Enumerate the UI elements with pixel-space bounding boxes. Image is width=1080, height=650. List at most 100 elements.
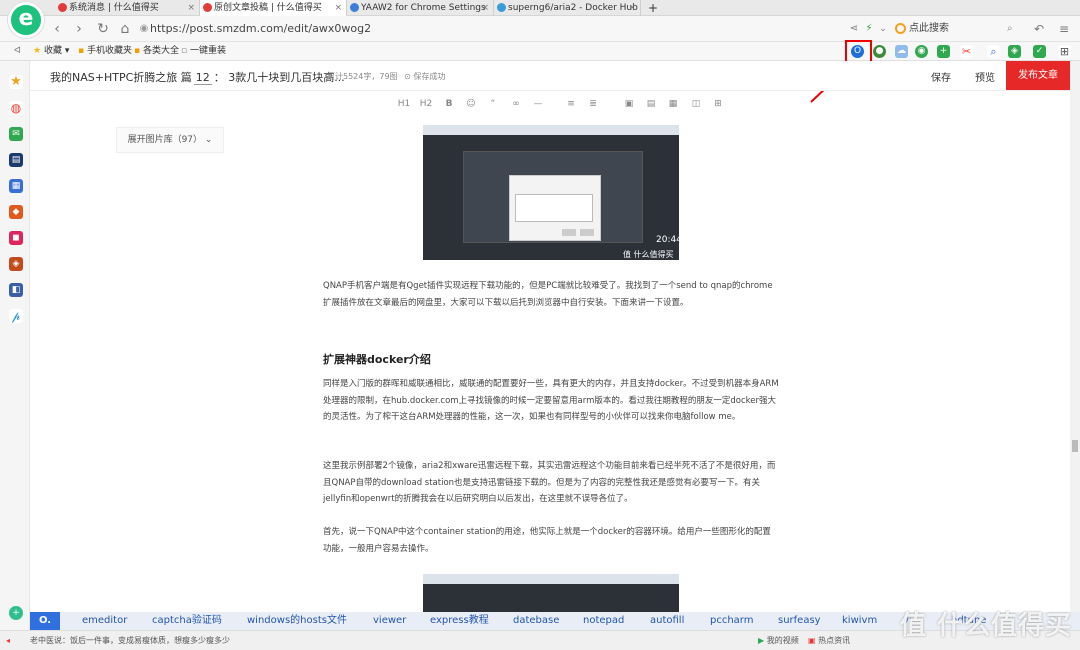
unordered-list-button[interactable]: ≣ [586, 99, 600, 109]
tag-item[interactable]: autofill [650, 612, 684, 630]
tab-post-editor[interactable]: 原创文章投稿 | 什么值得买 × [200, 0, 347, 16]
shield-icon[interactable]: ✓ [1033, 45, 1046, 58]
word-stats: 累计5524字，79图 ⊙ 保存成功 [327, 71, 445, 82]
undo-icon[interactable]: ↶ [1030, 20, 1048, 38]
close-icon[interactable]: × [628, 0, 636, 16]
weibo-icon[interactable]: ◍ [9, 101, 23, 115]
expand-gallery-button[interactable]: 展开图片库（97） ⌄ [116, 127, 224, 153]
article-body[interactable]: 20:44 值 什么值得买 QNAP手机客户端是有Qget插件实现远程下载功能的… [230, 120, 871, 614]
tag-item[interactable]: surfeasy [778, 612, 821, 630]
vertical-scrollbar[interactable] [1070, 61, 1080, 631]
paragraph-3[interactable]: 这里我示例部署2个镜像，aria2和xware迅雷远程下载，其实迅雷远程这个功能… [323, 458, 779, 508]
table-button[interactable]: ⊞ [711, 99, 725, 109]
home-icon[interactable]: ⌂ [116, 20, 134, 38]
add-extension-icon[interactable]: + [937, 45, 950, 58]
chevron-down-icon[interactable]: ⌄ [874, 20, 892, 38]
my-video-link[interactable]: ▶ 我的视频 [758, 631, 799, 650]
folder-icon: ▪ [134, 46, 141, 56]
divider-button[interactable]: — [531, 99, 545, 109]
p-icon[interactable]: 𝓅 [9, 309, 23, 323]
emoji-button[interactable]: ☺ [464, 99, 478, 109]
plus-circle-icon[interactable]: + [9, 606, 23, 620]
tag-item[interactable]: windows的hosts文件 [247, 612, 347, 630]
image-button[interactable]: ▣ [622, 99, 636, 109]
search-extension-icon[interactable]: ⌕ [987, 45, 1000, 58]
tag-item[interactable]: kiwivm [842, 612, 877, 630]
status-news[interactable]: 老中医说：饭后一件事，变成易瘦体质，想瘦多少瘦多少 [30, 631, 230, 650]
tab-docker-hub[interactable]: superng6/aria2 - Docker Hub × [494, 0, 641, 16]
section-heading[interactable]: 扩展神器docker介绍 [323, 351, 431, 367]
news-label: 热点资讯 [818, 636, 851, 645]
tagbar-logo[interactable]: O. [30, 612, 60, 630]
search-input[interactable]: 点此搜索 ⌕ [893, 19, 1023, 39]
shop-icon[interactable]: ◼ [9, 231, 23, 245]
app2-icon[interactable]: ◧ [9, 283, 23, 297]
search-engine-icon [895, 23, 906, 34]
tag-item[interactable]: pccharm [710, 612, 754, 630]
document-title[interactable]: 我的NAS+HTPC折腾之旅 篇 12： 3款几十块到几百块高... [50, 69, 345, 85]
news-icon[interactable]: ▤ [9, 153, 23, 167]
app-icon[interactable]: ◈ [9, 257, 23, 271]
tab-system-messages[interactable]: 系统消息 | 什么值得买 × [55, 0, 200, 16]
product-card-button[interactable]: ▦ [666, 99, 680, 109]
menu-icon[interactable]: ≡ [1055, 20, 1073, 38]
bookmark-reinstall[interactable]: ▫ 一键重装 [181, 42, 226, 61]
screenshot-dialog-button [562, 229, 576, 236]
tag-item[interactable]: express教程 [430, 612, 489, 630]
bold-button[interactable]: B [442, 99, 456, 109]
article-image-2[interactable] [423, 574, 679, 614]
cloud-extension-icon[interactable]: ☁ [895, 45, 908, 58]
tag-item[interactable]: notepad [583, 612, 624, 630]
search-icon[interactable]: ⌕ [1007, 19, 1013, 39]
paragraph-2[interactable]: 同样是入门版的群晖和威联通相比，威联通的配置要好一些，具有更大的内存，并且支持d… [323, 376, 779, 426]
bookmark-mobile[interactable]: ▪ 手机收藏夹 [78, 42, 132, 61]
scissors-icon[interactable]: ✂ [960, 45, 973, 58]
ordered-list-button[interactable]: ≡ [564, 99, 578, 109]
sidebar-toggle-icon[interactable]: ᐊ [14, 42, 21, 61]
smzdm-watermark: 值 什么值得买 [900, 611, 1073, 641]
series-number[interactable]: 12 [193, 71, 212, 85]
preview-button[interactable]: 预览 [975, 69, 995, 84]
paragraph-4[interactable]: 首先，说一下QNAP中这个container station的用途，他实际上就是… [323, 524, 779, 557]
tab-yaaw2-settings[interactable]: YAAW2 for Chrome Settings × [347, 0, 494, 16]
publish-button[interactable]: 发布文章 [1006, 61, 1070, 90]
save-button[interactable]: 保存 [931, 69, 951, 84]
game-extension-icon[interactable]: ◈ [1008, 45, 1021, 58]
bookmark-favorites[interactable]: ★ 收藏 ▾ [33, 42, 69, 61]
tag-item[interactable]: viewer [373, 612, 406, 630]
mail-icon[interactable]: ✉ [9, 127, 23, 141]
close-icon[interactable]: × [334, 0, 342, 16]
tag-item[interactable]: captcha验证码 [152, 612, 222, 630]
scrollbar-thumb[interactable] [1072, 440, 1078, 452]
close-icon[interactable]: × [187, 0, 195, 16]
url-field[interactable]: https://post.smzdm.com/edit/awx0wog2 [150, 19, 840, 39]
gallery-button[interactable]: ▤ [644, 99, 658, 109]
hot-news-link[interactable]: ▣ 热点资讯 [808, 631, 850, 650]
close-icon[interactable]: × [481, 0, 489, 16]
new-tab-button[interactable]: + [643, 0, 663, 16]
heading1-button[interactable]: H1 [397, 99, 411, 109]
paragraph-1[interactable]: QNAP手机客户端是有Qget插件实现远程下载功能的，但是PC端就比较难受了。我… [323, 278, 779, 311]
forward-icon[interactable]: › [70, 20, 88, 38]
info-icon: ◂ [6, 636, 11, 645]
bookmark-label: 各类大全 [142, 46, 179, 56]
reload-icon[interactable]: ↻ [94, 20, 112, 38]
globe-extension-icon[interactable]: ● [873, 45, 886, 58]
article-image-1[interactable]: 20:44 值 什么值得买 [423, 125, 679, 260]
tag-item[interactable]: datebase [513, 612, 559, 630]
grid-icon[interactable]: ⊞ [1058, 45, 1071, 58]
back-icon[interactable]: ‹ [48, 20, 66, 38]
wechat-extension-icon[interactable]: ◉ [915, 45, 928, 58]
bookmark-categories[interactable]: ▪ 各类大全 [134, 42, 179, 61]
heading2-button[interactable]: H2 [419, 99, 433, 109]
video-button[interactable]: ◫ [689, 99, 703, 109]
tab-title: 系统消息 | 什么值得买 [69, 3, 159, 13]
quote-button[interactable]: “ [486, 99, 500, 109]
title-suffix: ： 3款几十块到几百块高... [213, 71, 345, 84]
tag-item[interactable]: emeditor [82, 612, 127, 630]
link-button[interactable]: ∞ [509, 99, 523, 109]
browser-logo[interactable]: e [8, 2, 44, 38]
star-icon[interactable]: ★ [9, 75, 23, 89]
game-icon[interactable]: ◆ [9, 205, 23, 219]
doc-icon[interactable]: ▦ [9, 179, 23, 193]
